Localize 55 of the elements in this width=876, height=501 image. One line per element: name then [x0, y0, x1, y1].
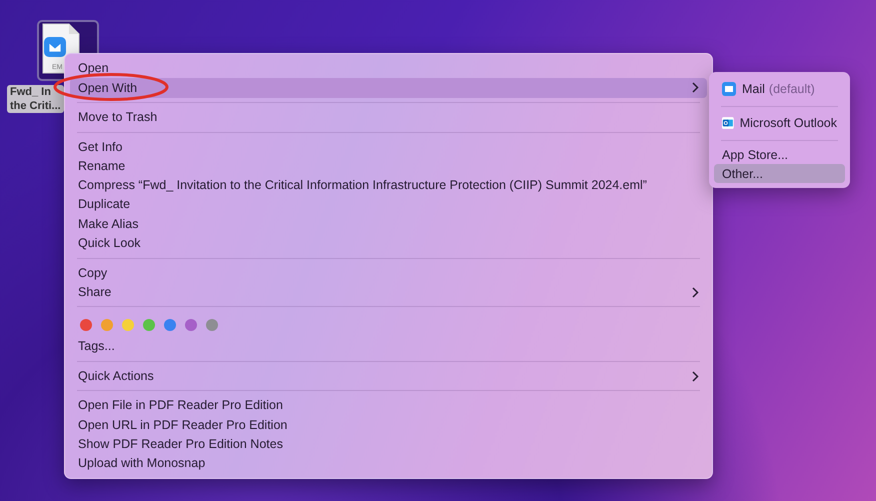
- menu-item-label: Compress “Fwd_ Invitation to the Critical Information Infrastructure Protection (CIIP) Summit 2024.eml”: [78, 177, 647, 194]
- menu-item[interactable]: Upload with Monosnap: [70, 454, 707, 474]
- menu-item-label: Duplicate: [78, 196, 130, 214]
- menu-item-label: Make Alias: [78, 216, 138, 233]
- file-name-label: Fwd_ In the Criti...: [7, 85, 64, 113]
- menu-item-label: Copy: [78, 264, 108, 282]
- menu-item-label: Mail: [742, 80, 765, 98]
- menu-item[interactable]: App Store...: [714, 145, 845, 164]
- menu-item[interactable]: Rename: [70, 156, 707, 176]
- menu-item-label: Rename: [78, 158, 126, 175]
- menu-item-label: Open With: [78, 80, 138, 97]
- tag-color-dot[interactable]: [122, 318, 134, 331]
- menu-item[interactable]: Quick Look: [70, 234, 707, 254]
- menu-item-label: Other...: [722, 166, 763, 182]
- menu-item-label: Quick Look: [78, 235, 141, 252]
- menu-item-label: Upload with Monosnap: [78, 455, 206, 472]
- chevron-right-icon: [692, 286, 699, 298]
- menu-item-label: Move to Trash: [78, 109, 158, 126]
- menu-item[interactable]: Share: [70, 282, 707, 302]
- chevron-right-icon: [692, 82, 699, 94]
- tag-color-dot[interactable]: [185, 318, 197, 331]
- menu-item-label: Share: [78, 284, 112, 301]
- menu-item-label: Open: [78, 60, 109, 78]
- menu-item[interactable]: Other...: [714, 164, 845, 184]
- menu-item-label: App Store...: [722, 146, 788, 164]
- menu-item-label: Microsoft Outlook: [740, 114, 837, 132]
- menu-item[interactable]: Compress “Fwd_ Invitation to the Critical Information Infrastructure Protection (CIIP) Summit 2024.eml”: [70, 176, 707, 196]
- menu-item-label: Show PDF Reader Pro Edition Notes: [78, 436, 283, 453]
- menu-item[interactable]: Duplicate: [70, 195, 707, 214]
- chevron-right-icon: [692, 370, 699, 382]
- tag-color-dot[interactable]: [143, 318, 155, 331]
- menu-item[interactable]: Tags...: [70, 337, 707, 356]
- menu-item[interactable]: Get Info: [70, 137, 707, 157]
- menu-item[interactable]: Show PDF Reader Pro Edition Notes: [70, 434, 707, 454]
- menu-item[interactable]: Open File in PDF Reader Pro Edition: [70, 396, 707, 416]
- menu-item-label: Get Info: [78, 138, 122, 156]
- menu-item[interactable]: Mail (default): [714, 77, 845, 101]
- menu-item-label: Open URL in PDF Reader Pro Edition: [78, 416, 288, 434]
- menu-item-label: Tags...: [78, 338, 115, 356]
- menu-item-label: Open File in PDF Reader Pro Edition: [78, 397, 283, 414]
- menu-item[interactable]: Open URL in PDF Reader Pro Edition: [70, 415, 707, 435]
- mail-icon: [722, 82, 736, 96]
- tag-color-dot[interactable]: [80, 318, 92, 331]
- menu-item[interactable]: Open With: [70, 78, 707, 98]
- menu-item-label: Quick Actions: [78, 368, 154, 385]
- menu-item[interactable]: Quick Actions: [70, 366, 707, 386]
- outlook-icon: [722, 116, 734, 130]
- menu-item[interactable]: Make Alias: [70, 214, 707, 234]
- tag-color-dot[interactable]: [164, 318, 176, 331]
- tag-color-dot[interactable]: [206, 318, 218, 331]
- tag-color-dot[interactable]: [101, 318, 113, 331]
- menu-item[interactable]: Copy: [70, 263, 707, 283]
- default-note: (default): [768, 80, 815, 98]
- menu-item[interactable]: Move to Trash: [70, 108, 707, 128]
- menu-item[interactable]: Microsoft Outlook: [714, 111, 845, 136]
